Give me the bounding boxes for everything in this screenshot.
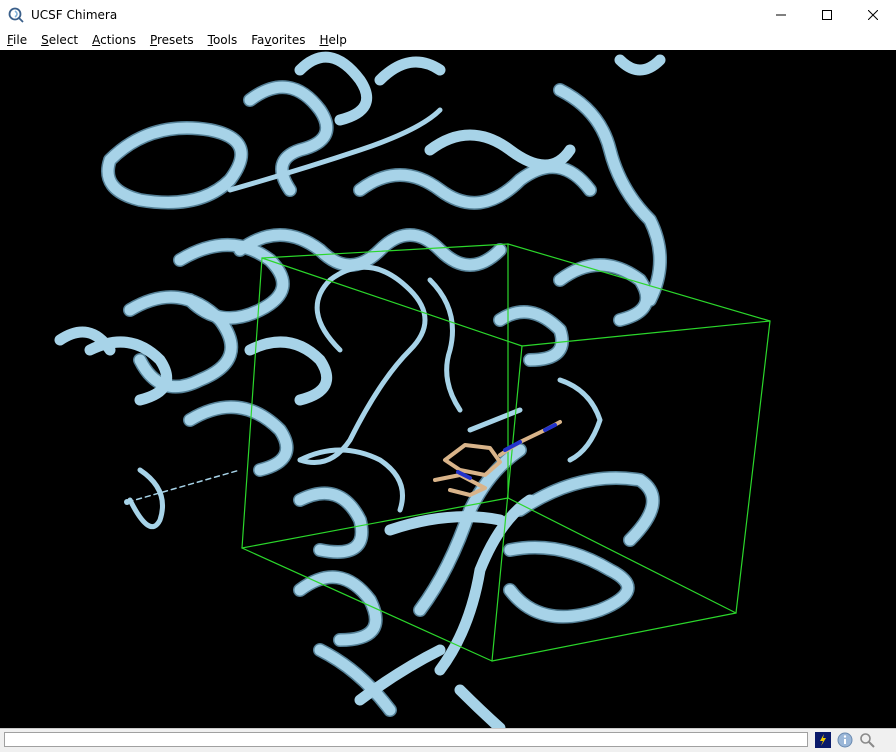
close-icon xyxy=(868,10,878,20)
molecule-viewer[interactable] xyxy=(0,50,896,728)
maximize-icon xyxy=(822,10,832,20)
molecule-canvas[interactable] xyxy=(0,50,896,728)
minimize-button[interactable] xyxy=(758,0,804,30)
command-line-button[interactable] xyxy=(814,731,832,749)
menu-favorites[interactable]: Favorites xyxy=(244,30,312,50)
minimize-icon xyxy=(776,14,786,16)
menu-select[interactable]: Select xyxy=(34,30,85,50)
command-line-icon xyxy=(815,732,831,748)
window-controls xyxy=(758,0,896,30)
menu-file[interactable]: File xyxy=(0,30,34,50)
title-bar: UCSF Chimera xyxy=(0,0,896,30)
terminus-atom xyxy=(124,499,130,505)
menu-bar: File Select Actions Presets Tools Favori… xyxy=(0,30,896,50)
zoom-button[interactable] xyxy=(858,731,876,749)
info-button[interactable] xyxy=(836,731,854,749)
window-title: UCSF Chimera xyxy=(31,8,118,22)
ligand xyxy=(433,420,562,497)
status-message xyxy=(4,732,808,747)
protein-ribbon xyxy=(54,51,666,728)
maximize-button[interactable] xyxy=(804,0,850,30)
zoom-icon xyxy=(860,733,875,748)
menu-tools[interactable]: Tools xyxy=(201,30,245,50)
menu-help[interactable]: Help xyxy=(312,30,353,50)
menu-presets[interactable]: Presets xyxy=(143,30,201,50)
chimera-logo-icon xyxy=(8,7,24,23)
close-button[interactable] xyxy=(850,0,896,30)
info-icon xyxy=(837,732,853,748)
menu-actions[interactable]: Actions xyxy=(85,30,143,50)
status-bar xyxy=(0,728,896,752)
